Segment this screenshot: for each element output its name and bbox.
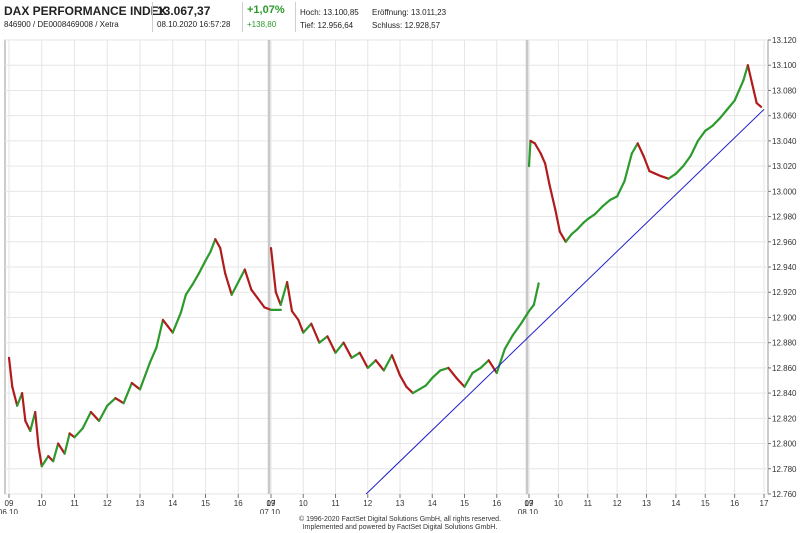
x-tick-label: 14 [168, 499, 177, 508]
change-cell: +1,07% +138,80 [243, 0, 293, 34]
y-tick-label: 13.000 [772, 187, 797, 196]
x-tick-label: 10 [554, 499, 563, 508]
instrument-title: DAX PERFORMANCE INDEX [4, 4, 167, 18]
x-tick-label: 11 [584, 499, 593, 508]
intraday-chart: 12.760 12.780 12.800 12.820 12.840 12.860 12.8… [0, 36, 797, 514]
high-value: 13.100,85 [323, 8, 359, 17]
y-tick-label: 13.100 [772, 61, 797, 70]
y-tick-label: 13.020 [772, 162, 797, 171]
y-tick-label: 12.780 [772, 465, 797, 474]
chart-grid [4, 39, 769, 495]
y-tick-label: 13.080 [772, 86, 797, 95]
close-value: 12.928,57 [404, 21, 441, 30]
y-tick-label: 12.860 [772, 364, 797, 373]
x-tick-label: 16 [234, 499, 243, 508]
high-stat: Hoch: 13.100,85 [300, 8, 359, 17]
x-tick-label: 14 [671, 499, 680, 508]
y-tick-label: 12.760 [772, 490, 797, 499]
date-label: 08.10. [518, 508, 540, 514]
date-label: 07.10. [260, 508, 282, 514]
open-value: 13.011,23 [411, 8, 447, 17]
copyright-footer: © 1996-2020 FactSet Digital Solutions Gm… [0, 516, 800, 532]
x-tick-label: 09 [267, 499, 276, 508]
x-tick-label: 09 [5, 499, 14, 508]
date-label: 06.10. [0, 508, 20, 514]
x-tick-label: 11 [331, 499, 340, 508]
low-value: 12.956,64 [317, 21, 354, 30]
x-tick-label: 17 [760, 499, 769, 508]
x-tick-label: 14 [428, 499, 437, 508]
y-tick-label: 13.040 [772, 137, 797, 146]
y-axis: 12.760 12.780 12.800 12.820 12.840 12.860 12.8… [768, 36, 797, 499]
open-stat: Eröffnung: 13.011,23 [372, 8, 446, 17]
y-tick-label: 12.980 [772, 213, 797, 222]
x-tick-label: 10 [37, 499, 46, 508]
quote-header: DAX PERFORMANCE INDEX 846900 / DE0008469… [0, 0, 800, 34]
x-tick-label: 15 [201, 499, 210, 508]
price-cell: 13.067,37 08.10.2020 16:57:28 [153, 0, 239, 34]
y-tick-label: 12.880 [772, 339, 797, 348]
y-tick-label: 12.800 [772, 440, 797, 449]
y-tick-label: 12.920 [772, 288, 797, 297]
x-tick-label: 09 [525, 499, 534, 508]
change-absolute: +138,80 [247, 20, 277, 29]
x-tick-label: 16 [492, 499, 501, 508]
close-label: Schluss: [372, 21, 403, 30]
x-tick-label: 11 [70, 499, 79, 508]
x-tick-label: 15 [460, 499, 469, 508]
x-tick-label: 12 [363, 499, 372, 508]
x-axis: 09 10 11 12 13 14 15 16 1709 10 11 12 13 14 15 16 1709 10… [0, 494, 769, 514]
y-tick-label: 13.060 [772, 112, 797, 121]
y-tick-label: 12.840 [772, 389, 797, 398]
close-stat: Schluss: 12.928,57 [372, 21, 440, 30]
change-percent: +1,07% [247, 4, 285, 16]
copyright-line: © 1996-2020 FactSet Digital Solutions Gm… [298, 516, 502, 523]
y-tick-label: 12.820 [772, 414, 797, 423]
y-tick-label: 12.940 [772, 263, 797, 272]
open-label: Eröffnung: [372, 8, 409, 17]
high-label: Hoch: [300, 8, 321, 17]
last-price: 13.067,37 [157, 4, 211, 18]
instrument-ids: 846900 / DE0008469008 / Xetra [4, 20, 119, 29]
instrument-cell: DAX PERFORMANCE INDEX 846900 / DE0008469… [0, 0, 167, 34]
x-tick-label: 12 [103, 499, 112, 508]
y-tick-label: 13.120 [772, 36, 797, 45]
header-divider [295, 2, 296, 32]
powered-by-line: Implemented and powered by FactSet Digit… [302, 524, 498, 531]
x-tick-label: 13 [396, 499, 405, 508]
y-tick-label: 12.900 [772, 313, 797, 322]
x-tick-label: 10 [299, 499, 308, 508]
x-tick-label: 13 [642, 499, 651, 508]
low-label: Tief: [300, 21, 316, 30]
y-tick-label: 12.960 [772, 238, 797, 247]
x-tick-label: 13 [136, 499, 145, 508]
x-tick-label: 16 [730, 499, 739, 508]
x-tick-label: 15 [701, 499, 710, 508]
x-tick-label: 12 [613, 499, 622, 508]
price-segment [527, 139, 532, 168]
quote-datetime: 08.10.2020 16:57:28 [157, 20, 231, 29]
low-stat: Tief: 12.956,64 [300, 21, 353, 30]
